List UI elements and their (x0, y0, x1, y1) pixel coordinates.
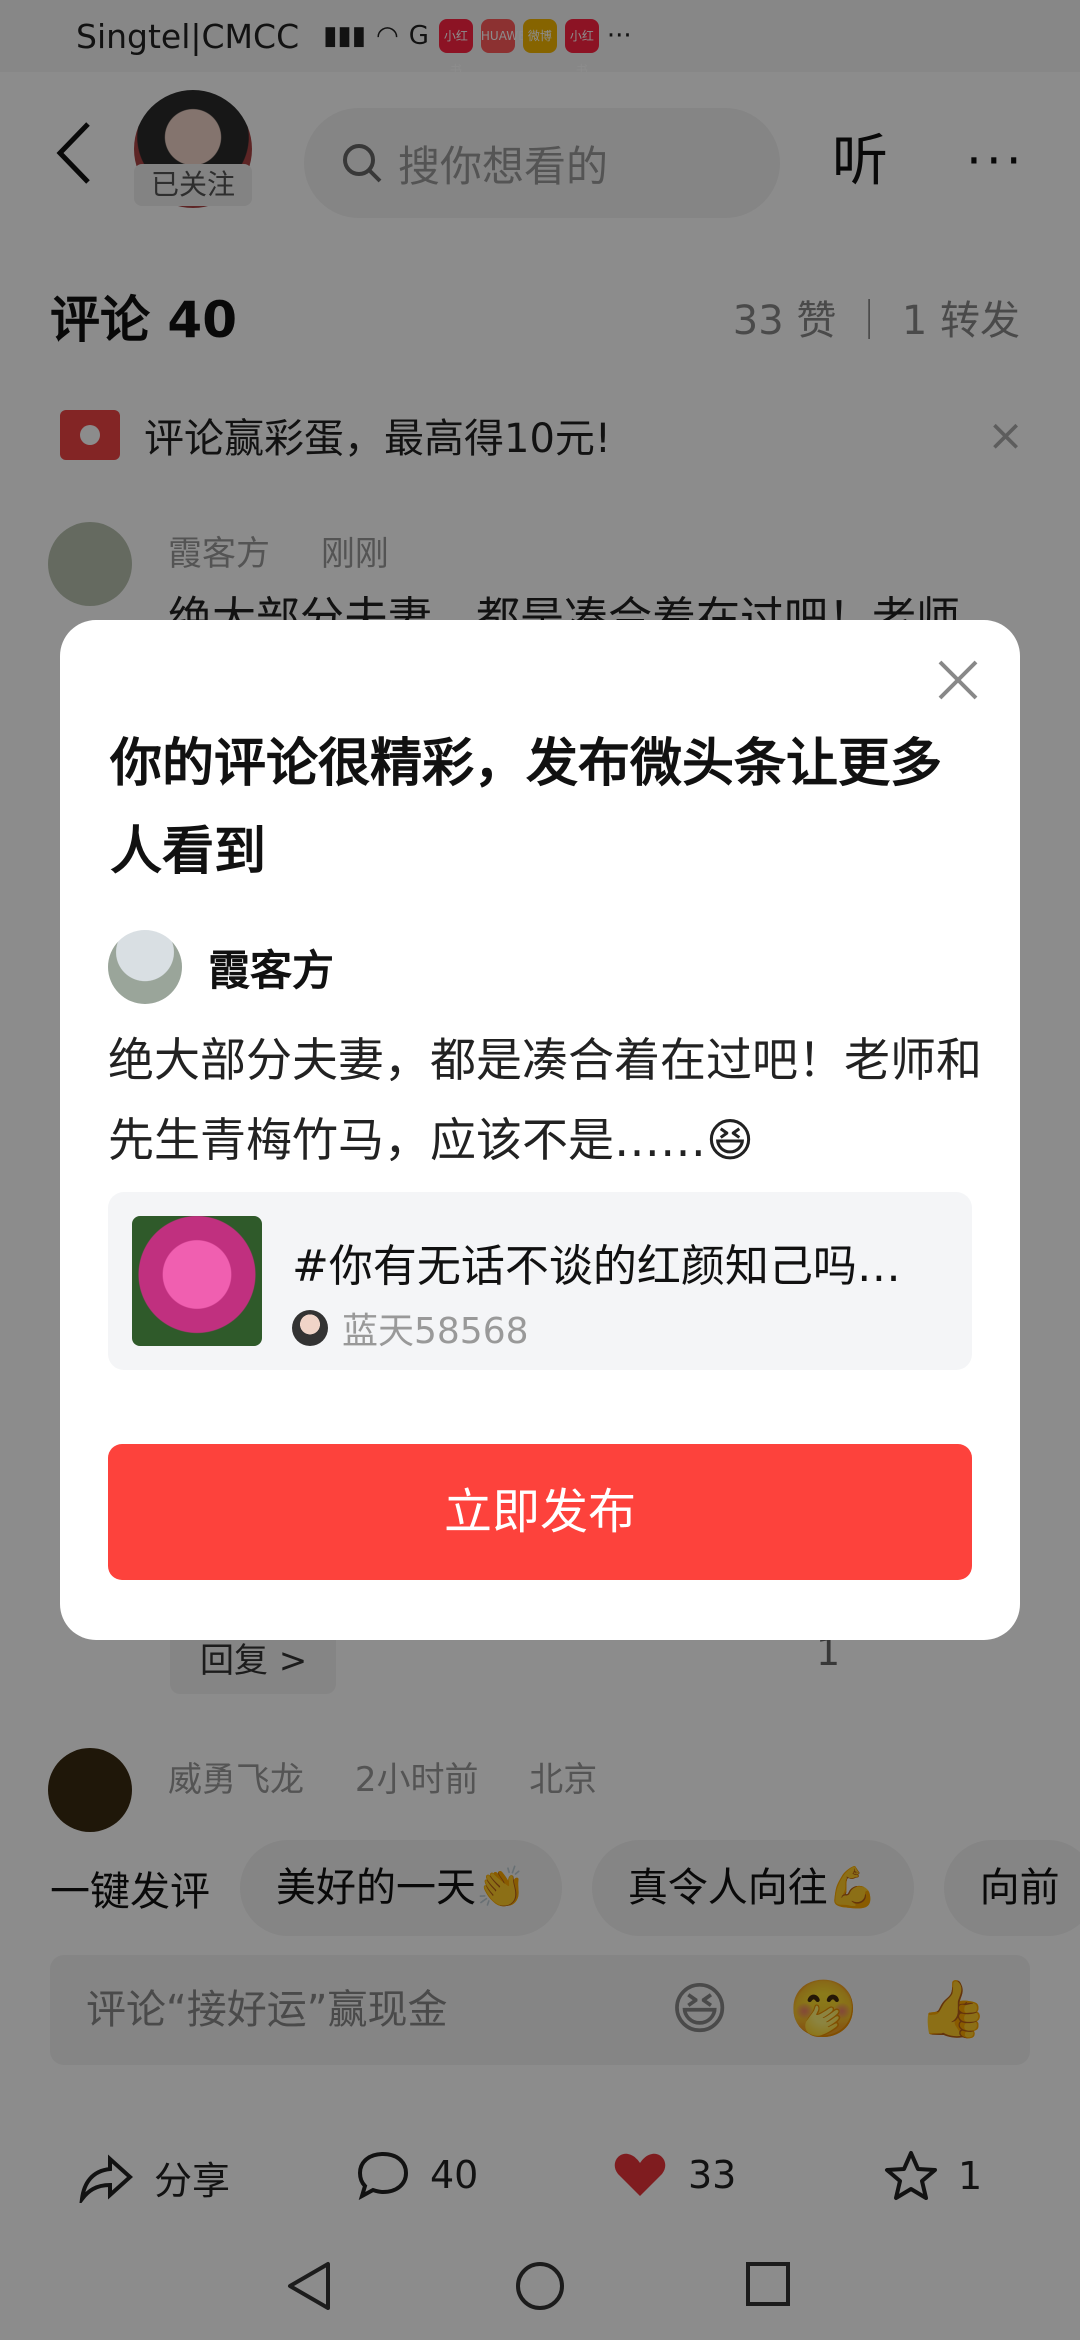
post-author-avatar (292, 1310, 328, 1346)
dialog-comment: 绝大部分夫妻，都是凑合着在过吧！老师和先生青梅竹马，应该不是……😆 (108, 1020, 988, 1180)
publish-dialog: 你的评论很精彩，发布微头条让更多人看到 霞客方 绝大部分夫妻，都是凑合着在过吧！… (60, 620, 1020, 1640)
dialog-title: 你的评论很精彩，发布微头条让更多人看到 (110, 734, 943, 882)
post-title: #你有无话不谈的红颜知己吗… (292, 1241, 901, 1292)
post-thumbnail (132, 1216, 262, 1346)
dialog-comment-text: 绝大部分夫妻，都是凑合着在过吧！老师和先生青梅竹马，应该不是…… (108, 1033, 982, 1167)
dialog-close-icon[interactable] (936, 658, 980, 702)
dialog-user: 霞客方 (108, 930, 334, 1004)
post-author: 蓝天58568 (292, 1302, 529, 1354)
post-author-name: 蓝天58568 (342, 1311, 529, 1352)
user-name: 霞客方 (208, 945, 335, 995)
linked-post-card[interactable]: #你有无话不谈的红颜知己吗… 蓝天58568 (108, 1192, 972, 1370)
user-avatar (108, 930, 182, 1004)
laugh-emoji-icon: 😆 (706, 1113, 754, 1167)
publish-button[interactable]: 立即发布 (108, 1444, 972, 1580)
